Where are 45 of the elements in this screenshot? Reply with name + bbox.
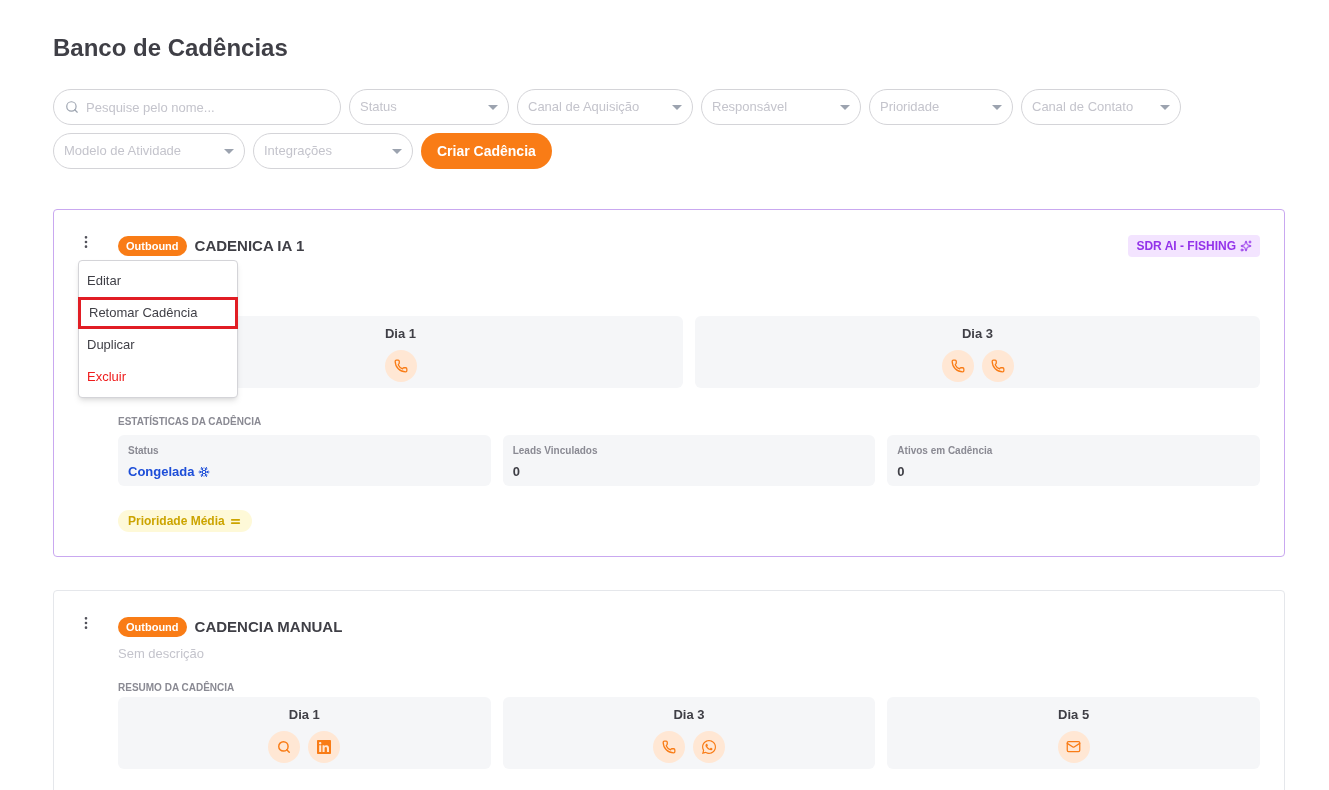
- day-label: Dia 3: [673, 706, 705, 724]
- stat-value: Congelada: [128, 463, 195, 481]
- menu-item[interactable]: Retomar Cadência: [78, 297, 238, 329]
- stat-value: 0: [512, 463, 520, 481]
- search-icon: [277, 739, 292, 754]
- menu-item[interactable]: Excluir: [79, 361, 237, 393]
- caret-icon: [224, 148, 234, 154]
- cadence-description: Sem descrição: [118, 646, 204, 661]
- menu-item[interactable]: Duplicar: [79, 329, 237, 361]
- envelope-icon: [1066, 739, 1082, 754]
- linkedin-icon: [316, 738, 333, 755]
- stat-label: Status: [128, 444, 160, 458]
- section-label: RESUMO DA CADÊNCIA: [118, 680, 235, 695]
- cadence-name: CADENICA IA 1: [194, 235, 305, 256]
- stat-label: Leads Vinculados: [512, 444, 599, 458]
- day-label: Dia 1: [384, 325, 417, 343]
- phone-icon: [990, 358, 1005, 373]
- page-title: Banco de Cadências: [53, 33, 289, 60]
- stat-value: 0: [897, 463, 905, 481]
- stat-label: Ativos em Cadência: [897, 444, 994, 458]
- caret-icon: [672, 104, 682, 110]
- type-badge: Outbound: [118, 236, 187, 256]
- type-badge: Outbound: [118, 617, 187, 637]
- create-cadence-button[interactable]: Criar Cadência: [421, 133, 552, 169]
- caret-icon: [992, 104, 1002, 110]
- priority-badge: Prioridade Média: [118, 510, 252, 532]
- sparkles-icon: [1240, 240, 1252, 252]
- search-icon: [65, 100, 79, 114]
- section-label: ESTATÍSTICAS DA CADÊNCIA: [118, 414, 263, 429]
- caret-icon: [840, 104, 850, 110]
- caret-icon: [488, 104, 498, 110]
- phone-icon: [662, 739, 676, 754]
- ai-tag: SDR AI - FISHING: [1128, 235, 1260, 257]
- snowflake-icon: [198, 465, 211, 478]
- search-field[interactable]: Pesquise pelo nome...: [53, 89, 341, 125]
- chat-bubble-icon: [701, 738, 717, 755]
- phone-icon: [393, 358, 408, 373]
- day-label: Dia 1: [288, 706, 320, 724]
- day-label: Dia 5: [1058, 706, 1090, 724]
- day-label: Dia 3: [961, 325, 994, 343]
- caret-icon: [392, 148, 402, 154]
- phone-icon: [950, 358, 965, 373]
- caret-icon: [1160, 104, 1170, 110]
- cadence-name: CADENCIA MANUAL: [194, 616, 343, 637]
- menu-item[interactable]: Editar: [79, 265, 237, 297]
